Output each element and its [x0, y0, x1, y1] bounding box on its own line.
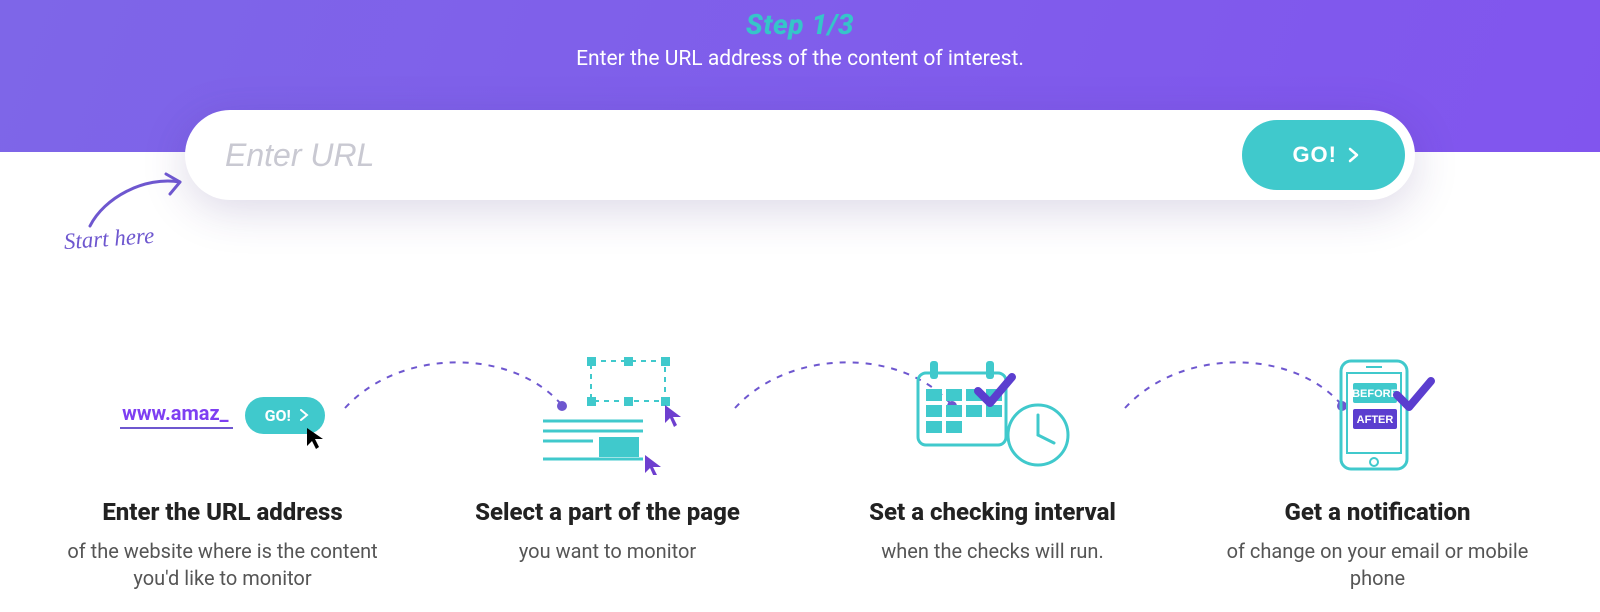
notification-illustration: BEFORE AFTER — [1193, 350, 1563, 480]
step-col-notification: BEFORE AFTER Get a notification of chang… — [1193, 350, 1563, 592]
start-here-label: Start here — [23, 220, 194, 257]
step-title: Set a checking interval — [808, 498, 1178, 526]
step-col-interval: Set a checking interval when the checks … — [808, 350, 1178, 592]
enter-url-illustration: www.amaz_ GO! — [38, 350, 408, 480]
step-description: Enter the URL address of the content of … — [0, 47, 1600, 71]
mini-url-text: www.amaz_ — [120, 401, 232, 429]
step-subtitle: of change on your email or mobile phone — [1193, 538, 1563, 592]
after-badge: AFTER — [1356, 414, 1393, 426]
url-input[interactable] — [225, 137, 1242, 174]
step-col-enter-url: www.amaz_ GO! Enter the URL address of t… — [38, 350, 408, 592]
step-col-select-part: Select a part of the page you want to mo… — [423, 350, 793, 592]
step-subtitle: you want to monitor — [423, 538, 793, 565]
mini-go-label: GO! — [265, 406, 291, 425]
select-part-illustration — [423, 350, 793, 480]
step-title: Get a notification — [1193, 498, 1563, 526]
before-badge: BEFORE — [1352, 388, 1398, 400]
interval-illustration — [808, 350, 1178, 480]
go-button[interactable]: GO! — [1242, 120, 1405, 190]
cursor-icon — [305, 426, 327, 450]
step-subtitle: when the checks will run. — [808, 538, 1178, 565]
step-counter: Step 1/3 — [0, 8, 1600, 41]
step-title: Select a part of the page — [423, 498, 793, 526]
hand-drawn-arrow-icon — [24, 168, 194, 228]
step-subtitle: of the website where is the content you'… — [38, 538, 408, 592]
url-input-bar: GO! — [185, 110, 1415, 200]
mini-go-button-graphic: GO! — [245, 397, 325, 434]
chevron-right-icon — [299, 409, 309, 421]
chevron-right-icon — [1347, 147, 1361, 163]
go-button-label: GO! — [1292, 142, 1337, 168]
step-title: Enter the URL address — [38, 498, 408, 526]
steps-row: www.amaz_ GO! Enter the URL address of t… — [0, 350, 1600, 592]
start-here-hint: Start here — [24, 168, 194, 251]
